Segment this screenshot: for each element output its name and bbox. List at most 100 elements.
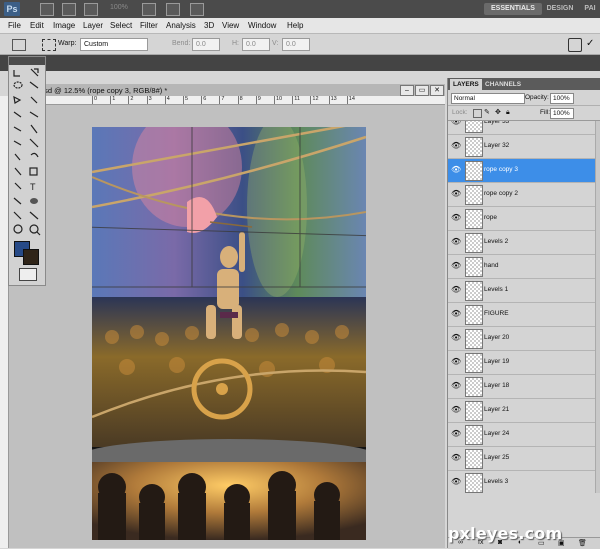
menu-select[interactable]: Select [110, 19, 132, 32]
layer-thumbnail [465, 329, 483, 349]
visibility-eye-icon[interactable]: 👁︎ [451, 238, 461, 246]
workspace-essentials-button[interactable]: ESSENTIALS [484, 3, 542, 15]
layer-name: Layer 21 [484, 406, 510, 413]
layer-thumbnail [465, 425, 483, 445]
zoom-level[interactable]: 100% [110, 4, 128, 11]
layer-name: Layer 19 [484, 358, 510, 365]
visibility-eye-icon[interactable]: 👁︎ [451, 166, 461, 174]
menu-file[interactable]: File [8, 19, 21, 32]
visibility-eye-icon[interactable]: 👁︎ [451, 454, 461, 462]
mini-bridge-icon[interactable] [62, 3, 76, 16]
layer-row[interactable]: 👁︎ Layer 20 [448, 327, 595, 351]
layer-row[interactable]: 👁︎ Layer 32 [448, 135, 595, 159]
menu-window[interactable]: Window [248, 19, 276, 32]
close-window-icon[interactable]: ✕ [430, 85, 444, 96]
ruler-tick [255, 96, 257, 104]
layer-thumbnail [465, 473, 483, 493]
warp-style-select[interactable]: Custom [80, 38, 148, 51]
ruler-label: 3 [148, 96, 152, 102]
menu-filter[interactable]: Filter [140, 19, 158, 32]
menu-help[interactable]: Help [287, 19, 303, 32]
layer-row[interactable]: 👁︎ FIGURE [448, 303, 595, 327]
layer-row[interactable]: 👁︎ Layer 19 [448, 351, 595, 375]
layer-row[interactable]: 👁︎ Levels 2 [448, 231, 595, 255]
layer-row[interactable]: 👁︎ Layer 25 [448, 447, 595, 471]
blend-mode-select[interactable]: Normal [451, 93, 525, 104]
layer-row[interactable]: 👁︎ Layer 33 [448, 121, 595, 135]
background-color-swatch[interactable] [23, 249, 39, 265]
cancel-transform-icon[interactable] [568, 38, 582, 52]
visibility-eye-icon[interactable]: 👁︎ [451, 142, 461, 150]
lock-all-icon[interactable]: 🔒︎ [506, 109, 513, 116]
layer-row[interactable]: 👁︎ rope copy 3 [448, 159, 595, 183]
visibility-eye-icon[interactable]: 👁︎ [451, 358, 461, 366]
menu-layer[interactable]: Layer [83, 19, 103, 32]
restore-window-icon[interactable]: ▭ [415, 85, 429, 96]
minimize-window-icon[interactable]: – [400, 85, 414, 96]
visibility-eye-icon[interactable]: 👁︎ [451, 478, 461, 486]
workspace-design-button[interactable]: DESIGN [544, 3, 576, 15]
view-extras-icon[interactable] [84, 3, 98, 16]
visibility-eye-icon[interactable]: 👁︎ [451, 430, 461, 438]
artwork-image[interactable] [92, 127, 366, 540]
v-field[interactable]: 0.0 [282, 38, 310, 51]
visibility-eye-icon[interactable]: 👁︎ [451, 121, 461, 126]
layer-row[interactable]: 👁︎ Levels 1 [448, 279, 595, 303]
hand-tool-icon[interactable] [142, 3, 156, 16]
ruler-label: 9 [257, 96, 261, 102]
opacity-field[interactable]: 100% [550, 93, 574, 104]
layer-thumbnail [465, 233, 483, 253]
visibility-eye-icon[interactable]: 👁︎ [451, 286, 461, 294]
tab-channels[interactable]: CHANNELS [482, 79, 524, 90]
warp-mode-icon[interactable] [42, 39, 56, 51]
layer-row[interactable]: 👁︎ Layer 24 [448, 423, 595, 447]
commit-transform-icon[interactable]: ✓ [586, 38, 596, 50]
delete-layer-icon[interactable]: 🗑︎ [578, 539, 587, 547]
menu-analysis[interactable]: Analysis [166, 19, 196, 32]
lock-label: Lock: [452, 109, 468, 116]
visibility-eye-icon[interactable]: 👁︎ [451, 382, 461, 390]
visibility-eye-icon[interactable]: 👁︎ [451, 310, 461, 318]
bend-field[interactable]: 0.0 [192, 38, 220, 51]
menu-edit[interactable]: Edit [30, 19, 44, 32]
visibility-eye-icon[interactable]: 👁︎ [451, 406, 461, 414]
tool-preset-icon[interactable] [12, 39, 26, 51]
visibility-eye-icon[interactable]: 👁︎ [451, 214, 461, 222]
quick-mask-button[interactable] [19, 268, 37, 281]
visibility-eye-icon[interactable]: 👁︎ [451, 190, 461, 198]
fill-label: Fill: [540, 109, 551, 116]
ruler-label: 7 [221, 96, 225, 102]
screen-mode-icon[interactable] [190, 3, 204, 16]
layer-thumbnail [465, 401, 483, 421]
visibility-eye-icon[interactable]: 👁︎ [451, 262, 461, 270]
lock-brush-icon[interactable]: ✎ [484, 109, 491, 116]
lock-transparent-icon[interactable] [473, 109, 482, 118]
tab-layers[interactable]: LAYERS [450, 79, 482, 90]
ruler-tick [237, 96, 239, 104]
bridge-icon[interactable] [40, 3, 54, 16]
layer-row[interactable]: 👁︎ hand [448, 255, 595, 279]
layer-name: Levels 3 [484, 478, 509, 485]
layer-name: Layer 24 [484, 430, 510, 437]
menu-image[interactable]: Image [53, 19, 75, 32]
menu-3d[interactable]: 3D [204, 19, 214, 32]
layer-name: Layer 33 [484, 121, 510, 125]
layer-row[interactable]: 👁︎ Levels 3 [448, 471, 595, 493]
layer-thumbnail [465, 353, 483, 373]
bend-label: Bend: [172, 40, 191, 47]
h-field[interactable]: 0.0 [242, 38, 270, 51]
ruler-label: 14 [348, 96, 355, 102]
layer-list-scrollbar[interactable] [595, 121, 600, 493]
layer-row[interactable]: 👁︎ rope copy 2 [448, 183, 595, 207]
tools-panel-header[interactable] [9, 57, 45, 65]
ruler-label: 0 [94, 96, 98, 102]
menu-view[interactable]: View [222, 19, 239, 32]
arrange-documents-icon[interactable] [166, 3, 180, 16]
layer-row[interactable]: 👁︎ Layer 18 [448, 375, 595, 399]
layer-row[interactable]: 👁︎ Layer 21 [448, 399, 595, 423]
fill-field[interactable]: 100% [550, 108, 574, 119]
layer-row[interactable]: 👁︎ rope [448, 207, 595, 231]
lock-position-icon[interactable]: ✥ [495, 109, 502, 116]
workspace-painting-button[interactable]: PAI [580, 3, 600, 15]
visibility-eye-icon[interactable]: 👁︎ [451, 334, 461, 342]
